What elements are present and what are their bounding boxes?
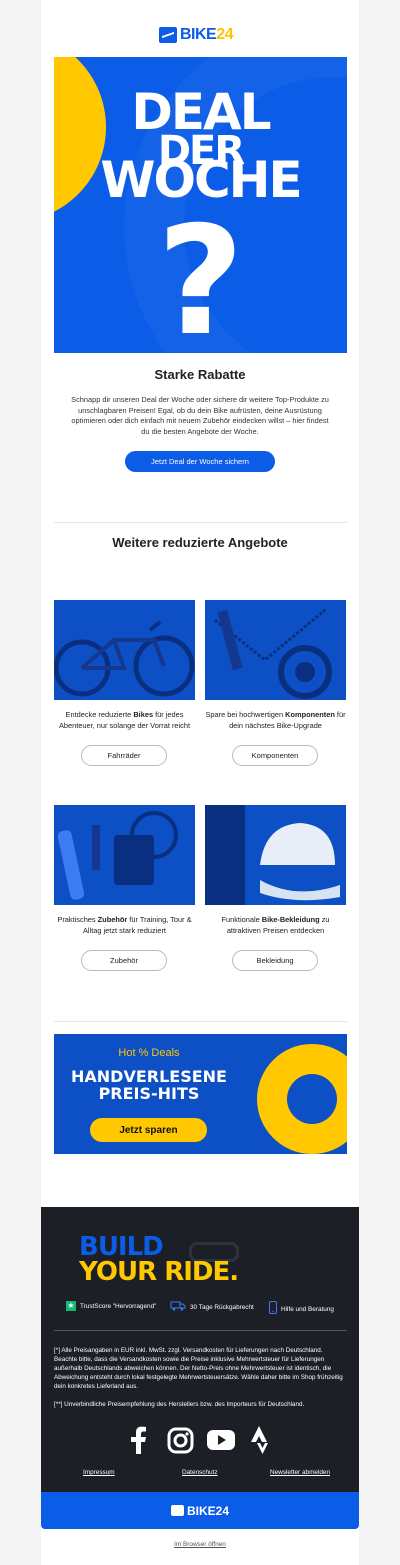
divider <box>54 522 347 523</box>
footer-divider <box>54 1330 347 1331</box>
returns-item[interactable]: 30 Tage Rückgabrecht <box>170 1301 254 1314</box>
rrp-note: [**] Unverbindliche Preisempfehlung des … <box>54 1401 305 1408</box>
bike24-mark-icon <box>170 1505 184 1516</box>
phone-icon <box>269 1301 277 1317</box>
intro-title: Starke Rabatte <box>154 367 246 382</box>
bikes-text: Entdecke reduzierte Bikes für jedes Aben… <box>58 710 191 730</box>
price-note: [*] Alle Preisangaben in EUR inkl. MwSt.… <box>54 1347 343 1390</box>
accessories-text: Praktisches Zubehör für Training, Tour &… <box>57 915 192 935</box>
truck-return-icon <box>170 1301 186 1314</box>
email-body: BIKE24 DEAL DER WOCHE ? Starke Rabatte S… <box>41 0 359 1565</box>
footer: BUILD YOUR RIDE. ★ TrustScore "Hervorrag… <box>41 1207 359 1492</box>
components-button[interactable]: Komponenten <box>232 745 318 766</box>
privacy-link[interactable]: Datenschutz <box>182 1469 218 1476</box>
banner-headline: HANDVERLESENE PREIS-HITS <box>71 1067 227 1103</box>
trustscore-item[interactable]: ★ TrustScore "Hervorragend" <box>66 1301 156 1311</box>
clothing-text: Funktionale Bike-Bekleidung zu attraktiv… <box>221 915 330 935</box>
help-item[interactable]: Hilfe und Beratung <box>269 1301 334 1317</box>
banner-kicker: Hot % Deals <box>118 1047 180 1059</box>
bike24-logo[interactable]: BIKE24 <box>159 24 241 46</box>
imprint-link[interactable]: Impressum <box>83 1469 115 1476</box>
youtube-icon[interactable] <box>206 1425 236 1455</box>
instagram-icon[interactable] <box>165 1425 195 1455</box>
facebook-icon[interactable] <box>123 1425 153 1455</box>
open-in-browser-link[interactable]: Im Browser öffnen <box>41 1541 359 1548</box>
divider <box>54 1021 347 1022</box>
intro-text: Schnapp dir unseren Deal der Woche oder … <box>71 395 329 436</box>
strava-icon[interactable] <box>246 1425 276 1455</box>
bikes-button[interactable]: Fahrräder <box>81 745 167 766</box>
deal-hero-image[interactable]: DEAL DER WOCHE ? <box>54 57 347 353</box>
clothing-button[interactable]: Bekleidung <box>232 950 318 971</box>
logo-text: BIKE <box>180 26 217 43</box>
unsubscribe-link[interactable]: Newsletter abmelden <box>270 1469 330 1476</box>
footer-logo-bar[interactable]: BIKE24 <box>41 1492 359 1529</box>
trustpilot-star-icon: ★ <box>66 1301 76 1311</box>
offers-title: Weitere reduzierte Angebote <box>112 535 288 550</box>
clothing-image[interactable] <box>205 805 346 905</box>
save-now-button[interactable]: Jetzt sparen <box>90 1118 207 1142</box>
question-mark: ? <box>156 195 244 353</box>
bike24-mark-icon <box>159 27 177 43</box>
hot-deals-banner[interactable]: Hot % Deals HANDVERLESENE PREIS-HITS Jet… <box>54 1034 347 1154</box>
accessories-image[interactable] <box>54 805 195 905</box>
accessories-button[interactable]: Zubehör <box>81 950 167 971</box>
components-text: Spare bei hochwertigen Komponenten für d… <box>205 710 346 730</box>
deal-cta-button[interactable]: Jetzt Deal der Woche sichern <box>125 451 275 472</box>
slogan: BUILD YOUR RIDE. <box>79 1232 239 1287</box>
bike-image[interactable] <box>54 600 195 700</box>
logo-suffix: 24 <box>216 26 234 43</box>
components-image[interactable] <box>205 600 346 700</box>
